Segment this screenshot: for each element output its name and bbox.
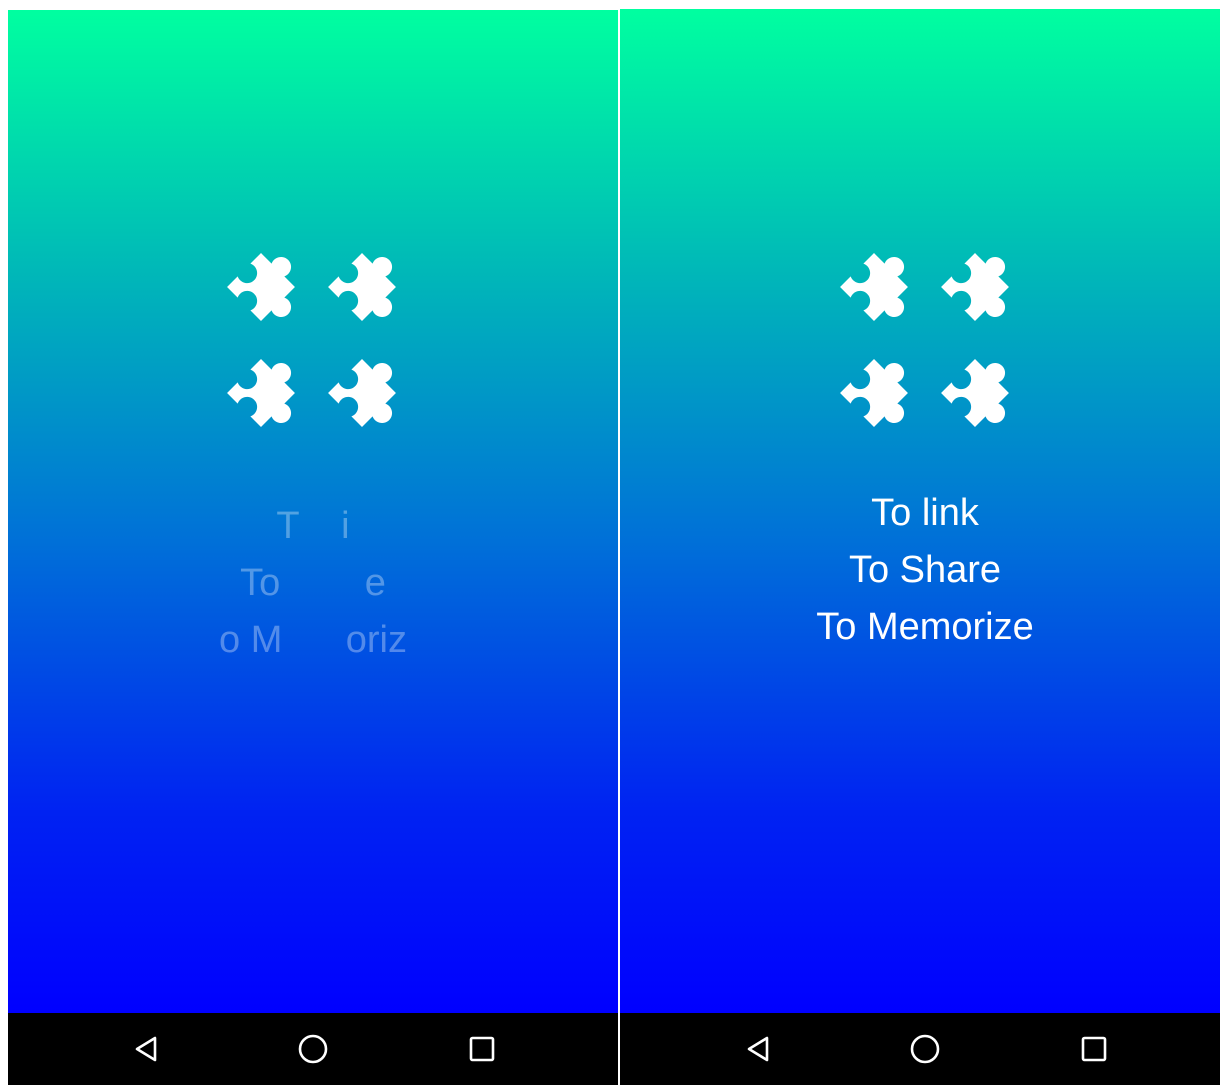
navigation-bar	[620, 1013, 1220, 1085]
recents-button[interactable]	[1058, 1013, 1130, 1085]
splash-screen: T i To e o M oriz	[8, 10, 618, 1013]
puzzle-pieces-icon	[203, 225, 423, 455]
tagline-line-1: To link	[871, 492, 979, 534]
home-circle-icon	[910, 1034, 940, 1064]
tagline: T i To e o M oriz	[8, 498, 618, 669]
phone-screen-final: To link To Share To Memorize	[620, 9, 1220, 1085]
navigation-bar	[8, 1013, 618, 1085]
tagline-line-3: To Memorize	[816, 606, 1034, 648]
tagline-line-1: T i	[276, 505, 350, 547]
phone-screen-animating: T i To e o M oriz	[8, 10, 618, 1085]
recents-button[interactable]	[446, 1013, 518, 1085]
puzzle-pieces-icon	[816, 225, 1036, 455]
tagline-line-2: To e	[240, 562, 386, 604]
back-triangle-icon	[135, 1036, 157, 1062]
back-button[interactable]	[110, 1013, 182, 1085]
recents-square-icon	[469, 1036, 495, 1062]
home-circle-icon	[298, 1034, 328, 1064]
splash-screen: To link To Share To Memorize	[620, 9, 1220, 1013]
tagline-line-3: o M oriz	[219, 619, 407, 661]
home-button[interactable]	[277, 1013, 349, 1085]
tagline-line-2: To Share	[848, 549, 1002, 591]
recents-square-icon	[1081, 1036, 1107, 1062]
home-button[interactable]	[889, 1013, 961, 1085]
tagline: To link To Share To Memorize	[620, 485, 1220, 656]
back-button[interactable]	[722, 1013, 794, 1085]
back-triangle-icon	[747, 1036, 769, 1062]
